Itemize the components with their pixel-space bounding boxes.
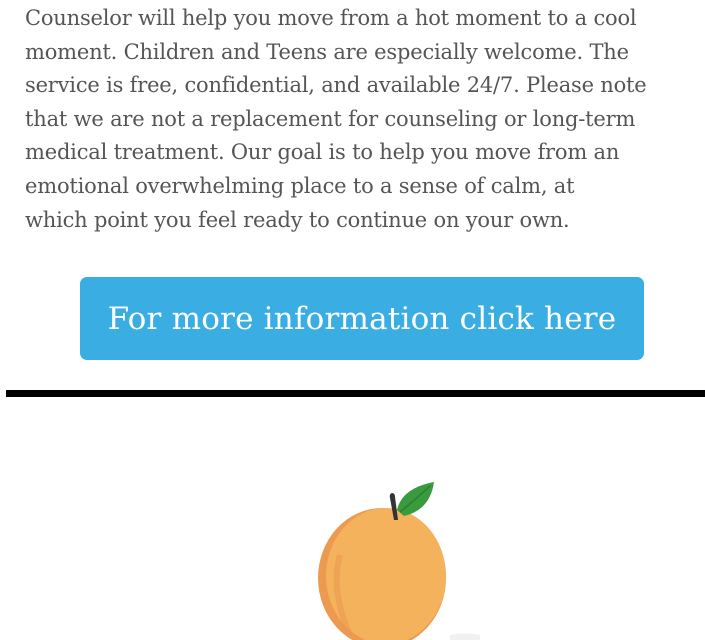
intro-line: service is free, confidential, and avail…: [25, 73, 647, 98]
intro-line: emotional overwhelming place to a sense …: [25, 173, 575, 198]
intro-line: medical treatment. Our goal is to help y…: [25, 140, 620, 165]
intro-line: moment. Children and Teens are especiall…: [25, 39, 629, 64]
intro-line: that we are not a replacement for counse…: [25, 106, 636, 131]
more-info-button[interactable]: For more information click here: [80, 277, 644, 360]
intro-line: which point you feel ready to continue o…: [25, 207, 570, 232]
section-divider: [6, 390, 705, 397]
intro-paragraph: Counselor will help you move from a hot …: [25, 2, 705, 237]
intro-line: Counselor will help you move from a hot …: [25, 6, 637, 30]
peach-logo: [300, 460, 500, 640]
peach-icon: [318, 482, 500, 640]
